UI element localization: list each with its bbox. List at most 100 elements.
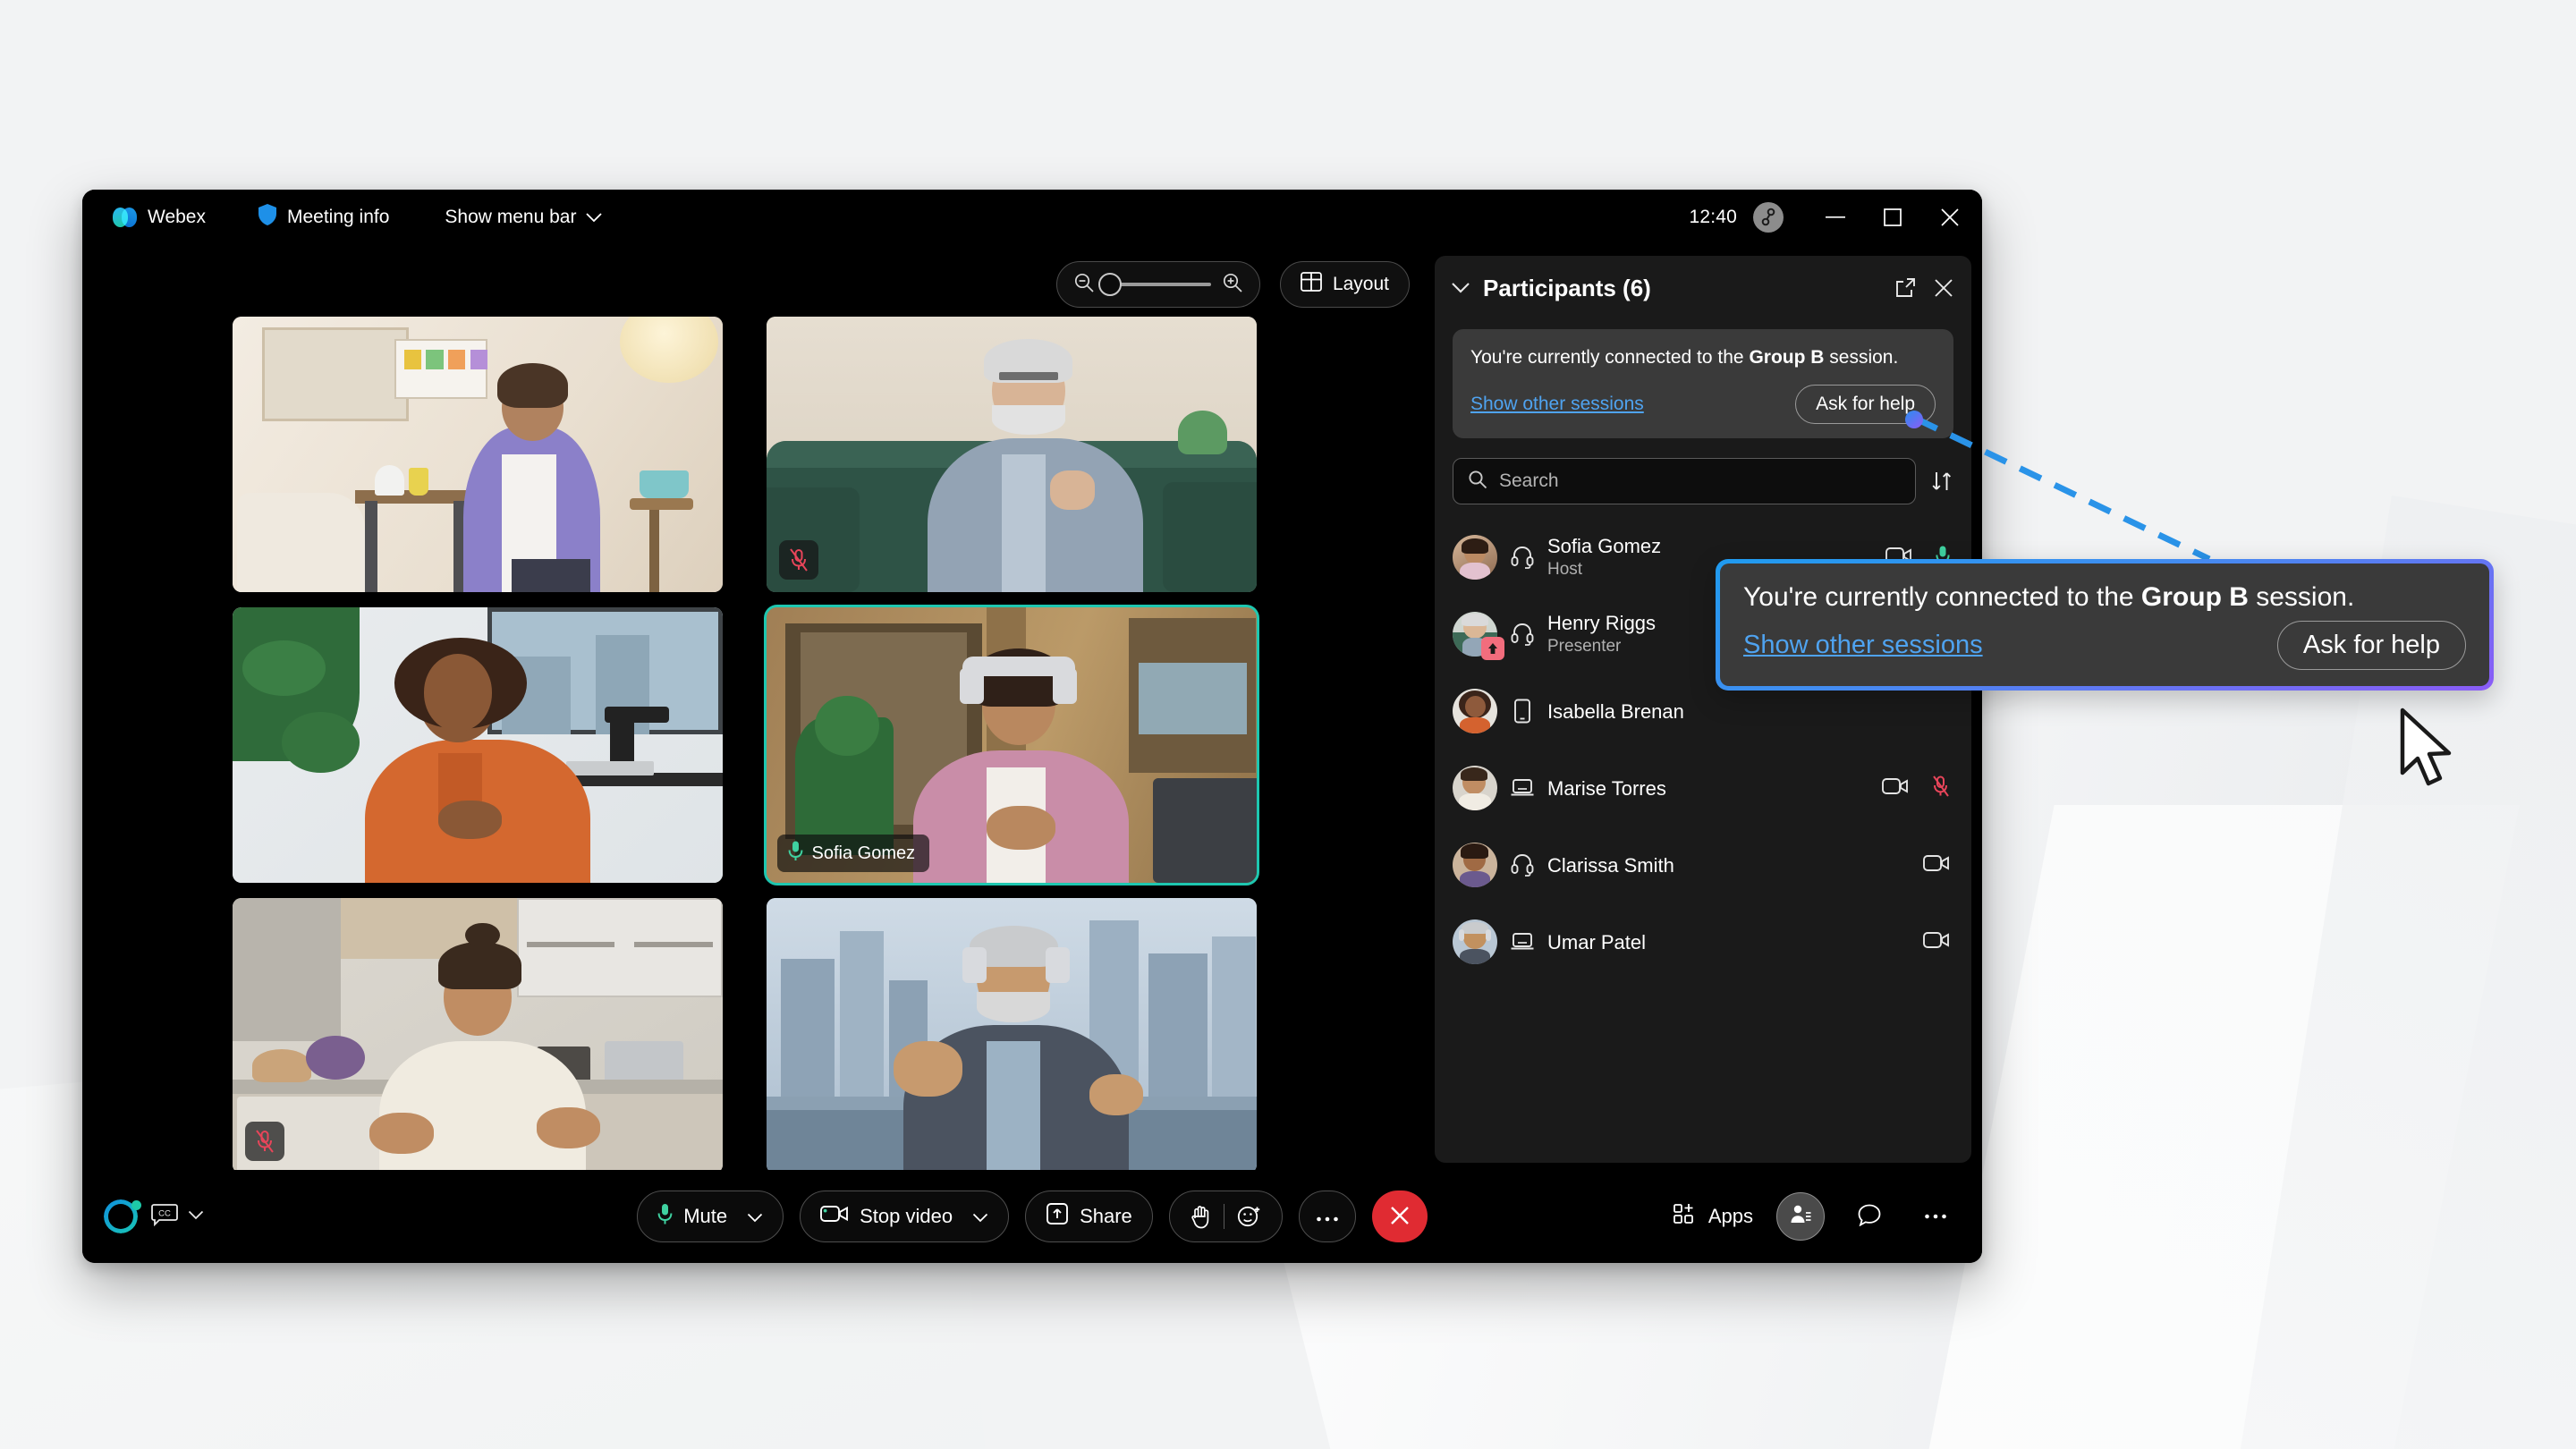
apps-button[interactable]: Apps [1673, 1202, 1753, 1231]
reactions-icon[interactable] [1224, 1205, 1275, 1228]
active-speaker-name-chip: Sofia Gomez [776, 835, 930, 872]
video-tile[interactable] [233, 898, 723, 1174]
participant-row[interactable]: Marise Torres [1435, 750, 1971, 826]
video-tile[interactable] [233, 317, 723, 592]
chevron-down-icon[interactable] [972, 1205, 988, 1228]
webex-app-window: Webex Meeting info Show menu bar 12:40 L… [82, 190, 1982, 1263]
share-button[interactable]: Share [1025, 1191, 1153, 1242]
closed-captions-icon: CC [150, 1203, 179, 1231]
notice-text-before: You're currently connected to the [1470, 347, 1750, 368]
zoom-out-icon[interactable] [1073, 272, 1095, 298]
raise-hand-icon[interactable] [1177, 1204, 1224, 1229]
more-options-icon [1924, 1208, 1947, 1224]
participant-info: Clarissa Smith [1547, 853, 1914, 878]
layout-button[interactable]: Layout [1279, 261, 1410, 308]
meeting-info-button[interactable]: Meeting info [247, 198, 400, 237]
headset-icon [1497, 853, 1547, 877]
participant-info: Umar Patel [1547, 930, 1914, 955]
show-menu-bar-button[interactable]: Show menu bar [434, 201, 613, 233]
avatar [1453, 766, 1497, 811]
more-button[interactable] [1914, 1195, 1957, 1238]
reactions-group [1168, 1191, 1283, 1242]
sort-icon[interactable] [1930, 470, 1953, 493]
closed-captions-button[interactable]: CC [150, 1203, 204, 1231]
grid-layout-icon [1301, 272, 1322, 297]
participants-panel: Participants (6) You're currently connec… [1435, 256, 1971, 1163]
close-icon[interactable] [1934, 278, 1953, 298]
avatar [1453, 612, 1504, 661]
zoom-handle[interactable] [1097, 273, 1122, 296]
participant-status [1914, 930, 1950, 954]
participant-info: Marise Torres [1547, 776, 1873, 801]
popout-icon[interactable] [1894, 277, 1916, 299]
search-box[interactable] [1453, 458, 1916, 505]
mic-on-icon [657, 1202, 673, 1231]
zoom-in-icon[interactable] [1222, 272, 1243, 298]
video-tile[interactable] [766, 317, 1257, 592]
svg-text:CC: CC [158, 1208, 171, 1218]
callout-show-other-sessions-link[interactable]: Show other sessions [1743, 631, 1983, 660]
stop-video-button[interactable]: Stop video [800, 1191, 1010, 1242]
notice-session-name: Group B [1749, 347, 1825, 368]
share-screen-icon [1046, 1202, 1069, 1231]
active-speaker-name: Sofia Gomez [811, 843, 916, 863]
callout-body: You're currently connected to the Group … [1720, 564, 2489, 686]
sharing-icon [1481, 637, 1504, 661]
participants-icon [1789, 1203, 1812, 1231]
participant-video [233, 898, 723, 1174]
layout-label: Layout [1332, 274, 1389, 294]
participant-info: Isabella Brenan [1547, 699, 1941, 724]
more-options-button[interactable] [1298, 1191, 1356, 1242]
participant-row[interactable]: Umar Patel [1435, 903, 1971, 980]
participant-name: Marise Torres [1547, 776, 1666, 800]
participants-panel-title: Participants (6) [1483, 274, 1651, 301]
participant-row[interactable]: Clarissa Smith [1435, 826, 1971, 903]
search-icon [1468, 470, 1487, 494]
session-notice-text: You're currently connected to the Group … [1470, 345, 1936, 370]
participant-name: Isabella Brenan [1547, 699, 1684, 723]
meeting-info-label: Meeting info [286, 207, 390, 227]
chevron-down-icon [586, 207, 603, 228]
callout-ask-for-help-button[interactable]: Ask for help [2276, 621, 2466, 670]
video-tile-active-speaker[interactable]: Sofia Gomez [763, 605, 1259, 886]
mouse-cursor [2400, 708, 2452, 786]
participant-video [766, 317, 1257, 592]
callout-text-after: session. [2248, 582, 2355, 612]
toolbar-left-group: CC [104, 1199, 497, 1233]
video-icon [820, 1203, 849, 1230]
zoom-track[interactable] [1097, 273, 1211, 296]
participants-button[interactable] [1776, 1192, 1825, 1241]
chat-button[interactable] [1848, 1195, 1891, 1238]
connection-icon[interactable] [1753, 202, 1784, 233]
apps-grid-icon [1673, 1202, 1698, 1231]
muted-badge [245, 1122, 284, 1161]
close-button[interactable] [1921, 190, 1979, 245]
shield-icon [258, 203, 277, 232]
video-stage: Layout Sofia Gomez [82, 245, 1435, 1174]
chevron-down-icon[interactable] [1451, 282, 1470, 294]
participant-status [1873, 775, 1950, 801]
mute-button[interactable]: Mute [637, 1191, 784, 1242]
video-icon [1923, 853, 1950, 877]
more-options-icon [1316, 1205, 1339, 1228]
leave-meeting-button[interactable] [1371, 1191, 1428, 1242]
app-brand: Webex [102, 201, 216, 233]
zoom-slider[interactable] [1055, 261, 1260, 308]
chat-bubble-icon [1857, 1203, 1882, 1231]
maximize-button[interactable] [1864, 190, 1921, 245]
video-tile[interactable] [766, 898, 1257, 1174]
meeting-toolbar: CC Mute Stop video Share Apps [82, 1170, 1982, 1263]
video-tile[interactable] [233, 607, 723, 883]
clock: 12:40 [1689, 207, 1737, 227]
toolbar-right-group: Apps [1673, 1192, 1957, 1241]
minimize-button[interactable] [1807, 190, 1864, 245]
chevron-down-icon[interactable] [747, 1205, 763, 1228]
session-notice-card: You're currently connected to the Group … [1453, 329, 1953, 439]
show-other-sessions-link[interactable]: Show other sessions [1470, 394, 1644, 415]
participants-search-row [1435, 438, 1971, 515]
ai-assistant-icon[interactable] [104, 1199, 141, 1233]
webex-logo-icon [113, 208, 138, 227]
search-input[interactable] [1499, 470, 1901, 493]
participant-status [1914, 853, 1950, 877]
page-root: Webex Meeting info Show menu bar 12:40 L… [0, 0, 2576, 1449]
